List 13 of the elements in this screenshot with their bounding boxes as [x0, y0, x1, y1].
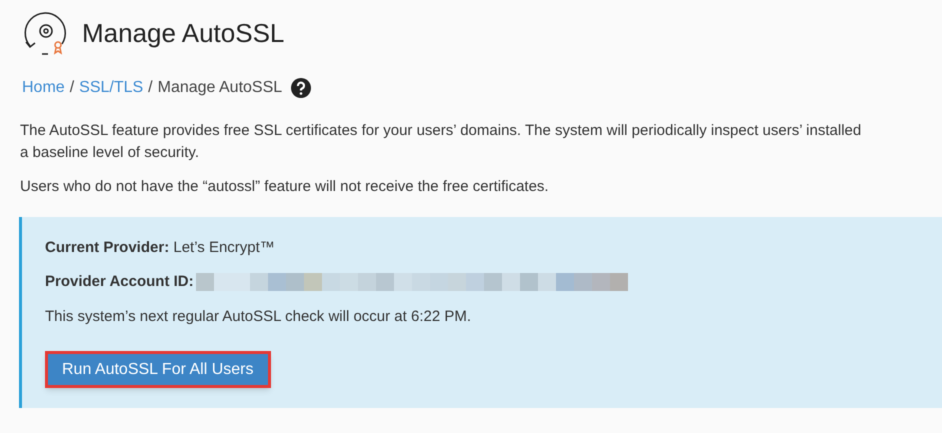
page-title: Manage AutoSSL	[82, 16, 284, 50]
current-provider: Current Provider: Let’s Encrypt™	[45, 238, 276, 258]
description: The AutoSSL feature provides free SSL certificates for your users’ domains. The system will periodically inspect users’ installed a baseline level of security.	[19, 121, 862, 163]
help-icon[interactable]	[291, 78, 312, 98]
note: Users who do not have the “autossl” feature will not receive the free certificates.	[19, 177, 550, 197]
breadcrumb-link[interactable]: SSL/TLS	[79, 76, 144, 100]
run-autossl-button[interactable]: Run AutoSSL For All Users	[45, 351, 270, 388]
breadcrumb-separator: /	[70, 78, 74, 98]
account-id-label: Provider Account ID:	[45, 272, 194, 292]
breadcrumb-link[interactable]: Home	[22, 76, 65, 100]
breadcrumb-current: Manage AutoSSL	[158, 78, 282, 98]
schedule-text: This system’s next regular AutoSSL check will occur at 6:22 PM.	[45, 306, 472, 326]
breadcrumb-separator: /	[148, 78, 153, 98]
